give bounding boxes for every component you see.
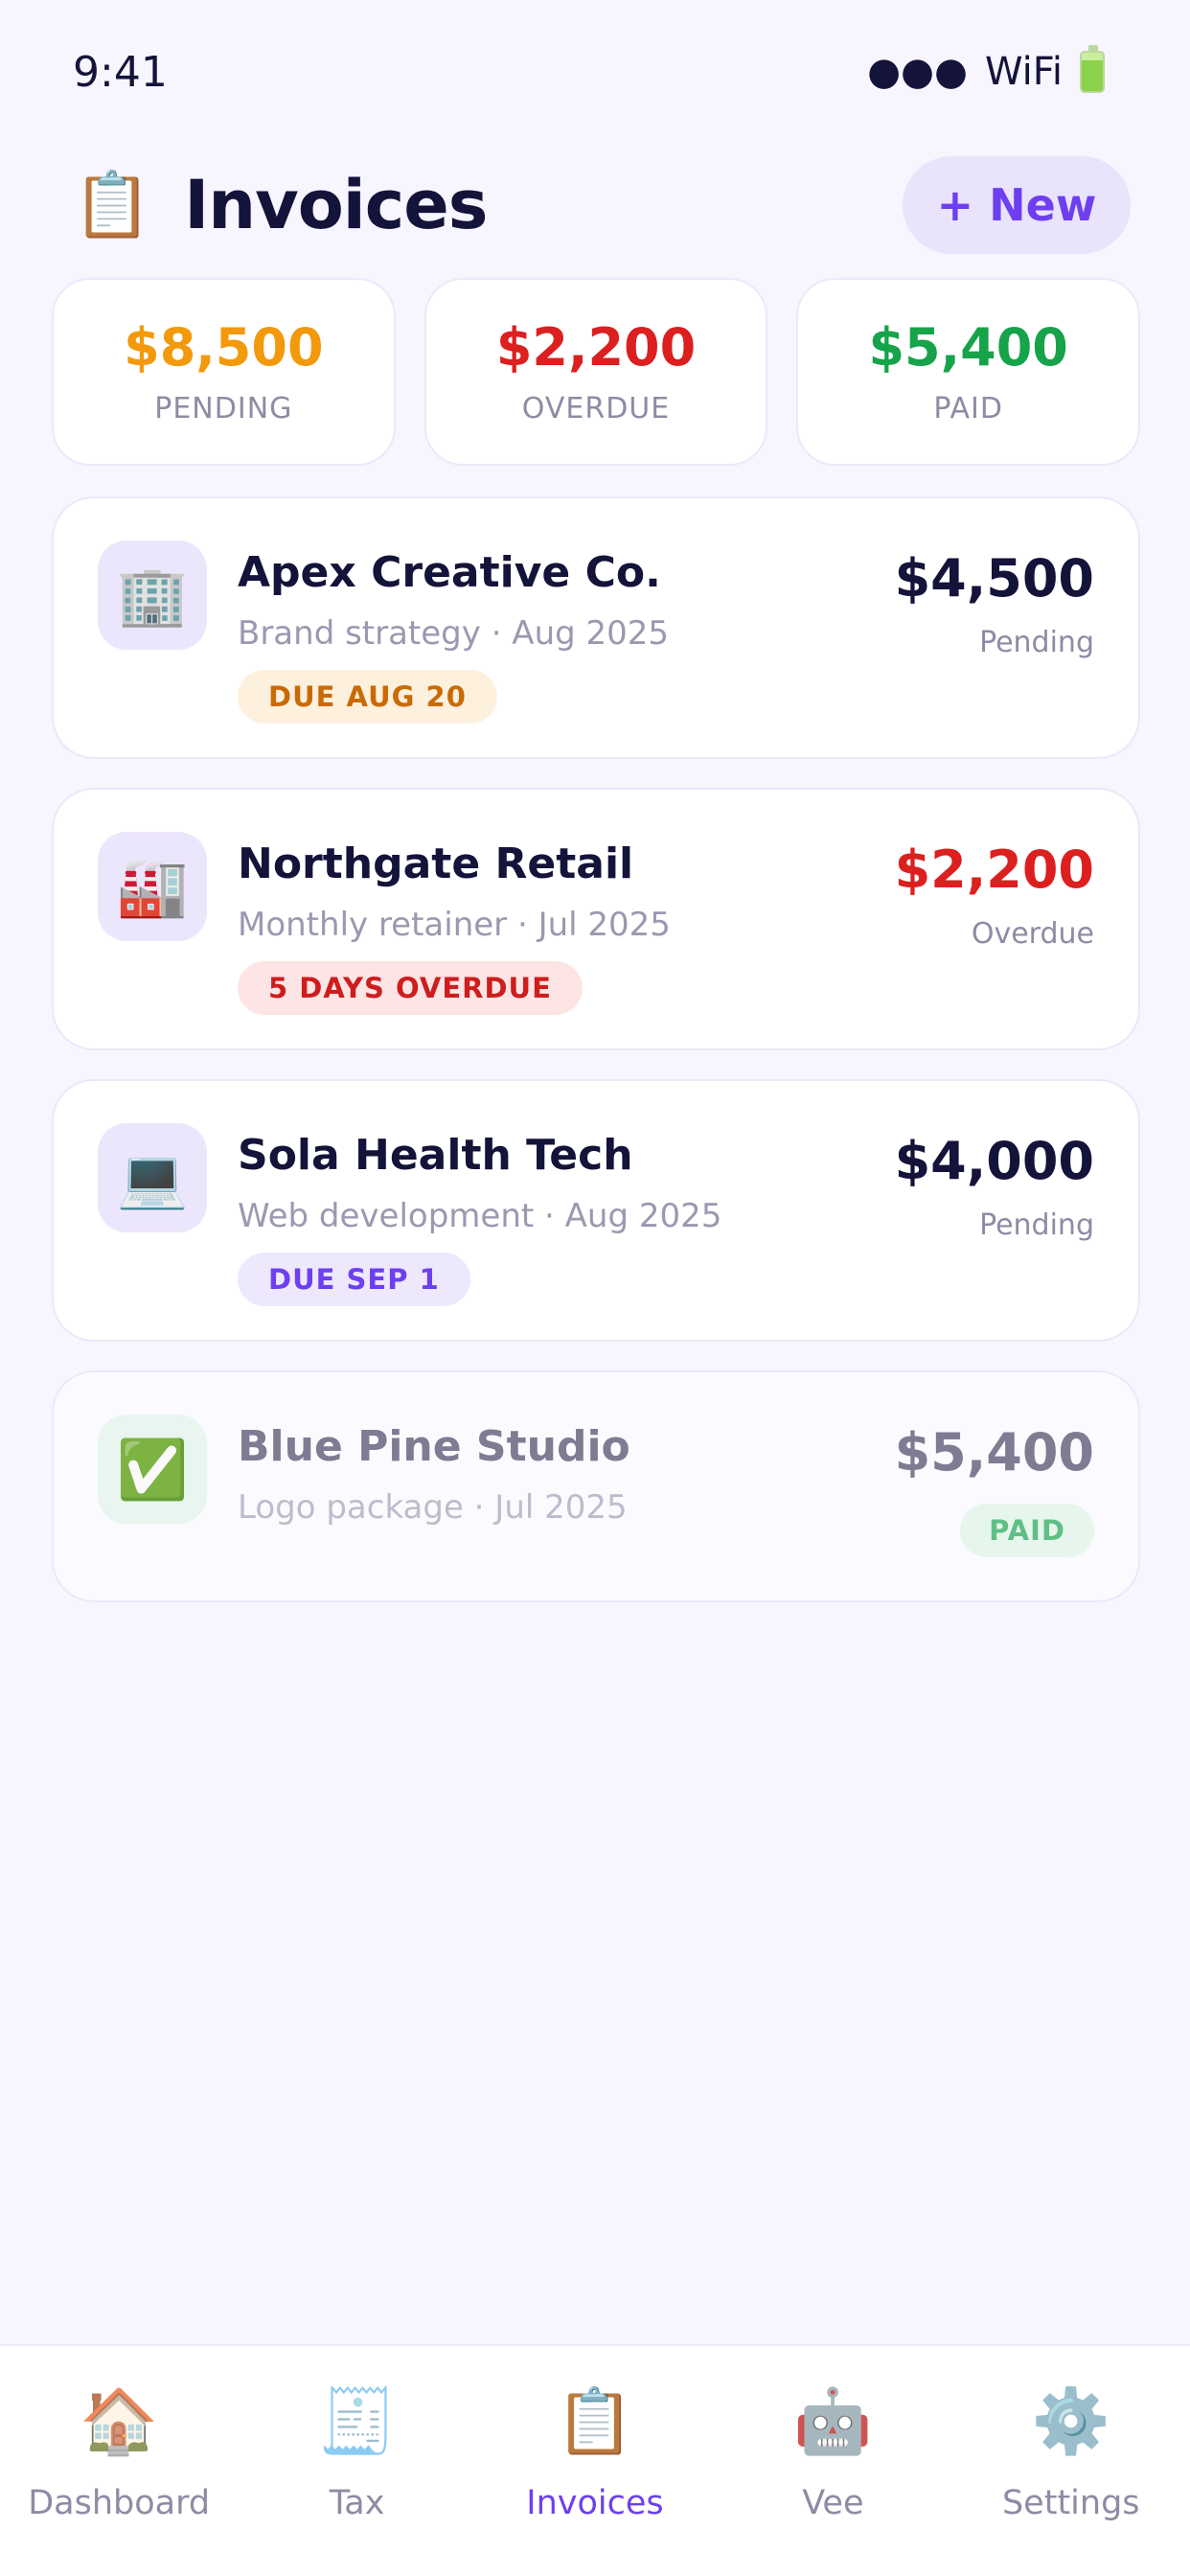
amount-column: $4,500 Pending [895,548,1094,659]
due-badge: DUE SEP 1 [238,1253,470,1306]
nav-label: Settings [1001,2484,1140,2522]
invoice-card-apex[interactable]: 🏢 Apex Creative Co. Brand strategy · Aug… [52,496,1140,759]
invoice-amount: $2,200 [894,840,1094,900]
new-invoice-button[interactable]: + New [903,156,1131,254]
check-mark-icon: ✅ [98,1414,207,1524]
summary-card-overdue[interactable]: $2,200 OVERDUE [423,278,768,466]
invoice-card-sola[interactable]: 💻 Sola Health Tech Web development · Aug… [52,1079,1140,1342]
invoice-list: 🏢 Apex Creative Co. Brand strategy · Aug… [52,496,1140,1602]
invoice-amount: $5,400 [894,1422,1094,1483]
gear-icon: ⚙️ [1031,2384,1110,2458]
nav-item-dashboard[interactable]: 🏠 Dashboard [0,2380,238,2522]
nav-item-invoices[interactable]: 📋 Invoices [476,2380,714,2522]
robot-icon: 🤖 [793,2384,873,2458]
invoice-amount: $4,500 [894,548,1094,609]
header-title-group: 📋 Invoices [73,166,488,244]
nav-label: Dashboard [28,2484,211,2522]
invoice-amount: $4,000 [894,1131,1094,1191]
summary-amount: $2,200 [495,317,697,379]
invoice-card-northgate[interactable]: 🏭 Northgate Retail Monthly retainer · Ju… [52,788,1140,1050]
amount-column: $2,200 Overdue [895,840,1094,951]
factory-icon: 🏭 [98,832,207,941]
invoice-status: Pending [979,1208,1094,1242]
due-badge: DUE AUG 20 [238,670,497,724]
nav-item-settings[interactable]: ⚙️ Settings [952,2380,1190,2522]
invoice-status: Overdue [971,917,1094,951]
nav-item-vee[interactable]: 🤖 Vee [714,2380,951,2522]
summary-label: PENDING [154,391,293,426]
status-time: 9:41 [73,47,168,97]
nav-label: Invoices [526,2484,664,2522]
house-icon: 🏠 [80,2384,159,2458]
page-title: Invoices [184,166,488,244]
status-indicators: ●●● WiFi [867,45,1105,94]
receipt-icon: 🧾 [317,2384,397,2458]
battery-icon [1080,45,1105,93]
laptop-icon: 💻 [98,1123,207,1232]
summary-label: OVERDUE [521,391,671,426]
summary-row: $8,500 PENDING $2,200 OVERDUE $5,400 PAI… [52,278,1141,466]
summary-amount: $5,400 [868,317,1068,379]
summary-label: PAID [933,391,1003,426]
invoice-status: Pending [979,626,1094,659]
status-bar: 9:41 ●●● WiFi [0,0,1190,144]
office-building-icon: 🏢 [98,540,207,650]
summary-card-paid[interactable]: $5,400 PAID [796,278,1141,466]
summary-amount: $8,500 [124,317,324,379]
amount-column: $5,400 PAID [895,1422,1094,1557]
nav-label: Tax [329,2484,385,2522]
overdue-badge: 5 DAYS OVERDUE [238,961,583,1015]
wifi-label: WiFi [985,50,1063,94]
clipboard-icon: 📋 [73,168,152,242]
summary-card-pending[interactable]: $8,500 PENDING [52,278,396,466]
nav-item-tax[interactable]: 🧾 Tax [239,2380,476,2522]
clipboard-icon: 📋 [555,2384,635,2458]
invoice-card-bluepine[interactable]: ✅ Blue Pine Studio Logo package · Jul 20… [52,1370,1140,1602]
signal-icon: ●●● [867,50,968,94]
nav-label: Vee [802,2484,864,2522]
amount-column: $4,000 Pending [895,1131,1094,1242]
bottom-nav: 🏠 Dashboard 🧾 Tax 📋 Invoices 🤖 Vee ⚙️ Se… [0,2344,1190,2576]
paid-badge: PAID [960,1504,1094,1557]
page-header: 📋 Invoices + New [73,153,1131,257]
